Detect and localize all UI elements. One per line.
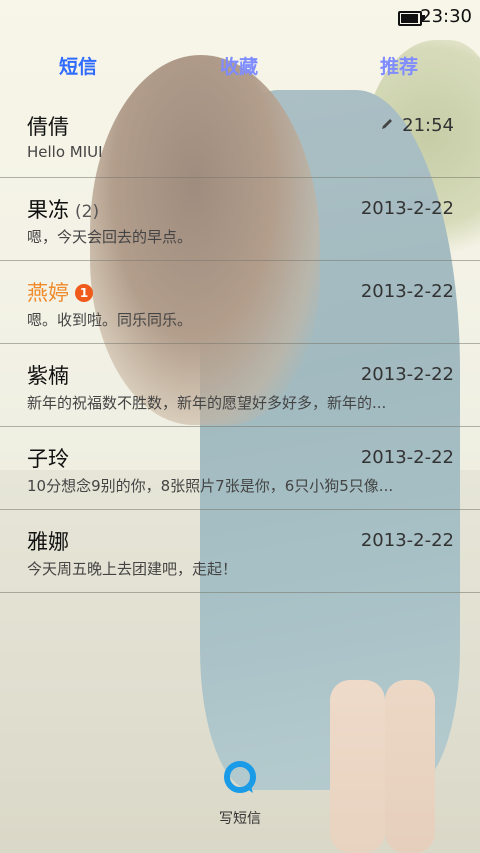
tab-bar: 短信 收藏 推荐 [0, 40, 480, 90]
contact-name: 倩倩 [27, 115, 69, 139]
message-date: 2013-2-22 [360, 198, 454, 219]
status-time: 23:30 [420, 6, 472, 27]
message-preview: 新年的祝福数不胜数，新年的愿望好多好多，新年的... [27, 394, 387, 412]
message-date: 2013-2-22 [360, 447, 454, 468]
contact-name: 子玲 [27, 447, 69, 471]
conversation-row[interactable]: 燕婷 1 2013-2-22 嗯。收到啦。同乐同乐。 [0, 261, 480, 344]
message-date: 2013-2-22 [360, 530, 454, 551]
message-date: 2013-2-22 [360, 281, 454, 302]
contact-name: 紫楠 [27, 364, 69, 388]
tab-recommended[interactable]: 推荐 [380, 52, 418, 79]
compose-message-button[interactable]: 写短信 [200, 760, 280, 830]
conversation-row[interactable]: 子玲 2013-2-22 10分想念9别的你，8张照片7张是你，6只小狗5只像.… [0, 427, 480, 510]
tab-messages[interactable]: 短信 [59, 52, 97, 79]
chat-bubble-icon [224, 761, 256, 793]
message-preview: Hello MIUI [27, 143, 103, 161]
conversation-row[interactable]: 倩倩 21:54 Hello MIUI [0, 95, 480, 178]
conversation-row[interactable]: 果冻 (2) 2013-2-22 嗯，今天会回去的早点。 [0, 178, 480, 261]
message-preview: 嗯，今天会回去的早点。 [27, 228, 193, 246]
status-bar: 23:30 [0, 0, 480, 34]
contact-name: 果冻 (2) [27, 198, 100, 222]
contact-name-unread: 燕婷 1 [27, 277, 93, 307]
tab-favorites[interactable]: 收藏 [220, 52, 258, 79]
conversation-row[interactable]: 紫楠 2013-2-22 新年的祝福数不胜数，新年的愿望好多好多，新年的... [0, 344, 480, 427]
message-preview: 10分想念9别的你，8张照片7张是你，6只小狗5只像... [27, 477, 394, 495]
message-preview: 今天周五晚上去团建吧，走起！ [27, 560, 238, 578]
draft-pencil-icon [382, 119, 392, 129]
unread-badge: 1 [75, 284, 93, 302]
contact-name: 雅娜 [27, 530, 69, 554]
conversation-list: 倩倩 21:54 Hello MIUI 果冻 (2) 2013-2-22 嗯，今天… [0, 95, 480, 593]
message-preview: 嗯。收到啦。同乐同乐。 [27, 311, 193, 329]
message-count: (2) [75, 202, 100, 222]
message-date: 2013-2-22 [360, 364, 454, 385]
battery-icon [398, 11, 425, 26]
message-time: 21:54 [402, 115, 454, 136]
compose-label: 写短信 [219, 811, 261, 827]
conversation-row[interactable]: 雅娜 2013-2-22 今天周五晚上去团建吧，走起！ [0, 510, 480, 593]
